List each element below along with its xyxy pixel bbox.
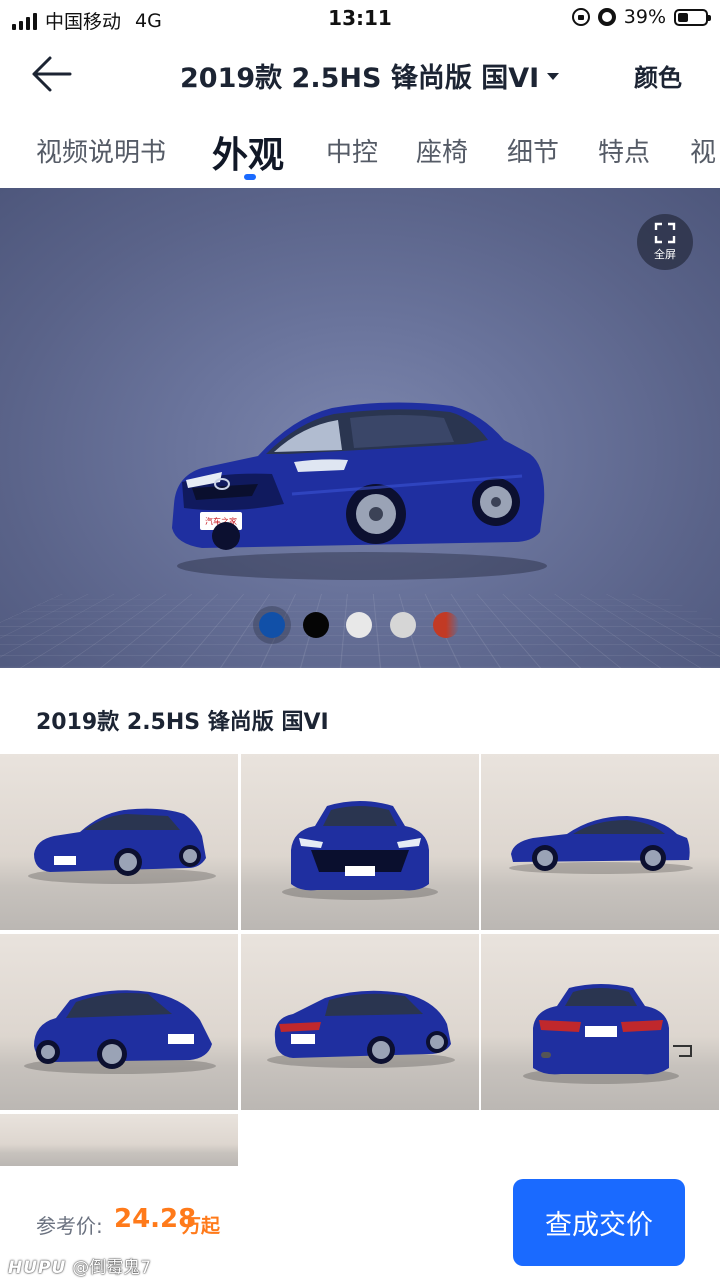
tab-video[interactable]: 视 (690, 132, 716, 169)
car-thumbnail (267, 990, 455, 1068)
thumbnail-front-left[interactable] (0, 754, 238, 930)
fullscreen-icon (654, 222, 676, 244)
model-title: 2019款 2.5HS 锋尚版 国VI (180, 63, 540, 94)
car-image: 汽车之家 (172, 402, 547, 580)
battery-percent: 39% (623, 6, 666, 28)
thumbnail-front[interactable] (241, 754, 479, 930)
battery-icon (674, 8, 711, 26)
active-tab-indicator (244, 174, 256, 180)
tab-exterior[interactable]: 外观 (212, 126, 284, 178)
thumbnail-rear-left[interactable] (241, 934, 479, 1110)
thumbnail-side[interactable] (481, 754, 719, 930)
tab-seats[interactable]: 座椅 (416, 132, 468, 169)
car-thumbnail (523, 984, 692, 1084)
color-swatch[interactable] (303, 612, 329, 638)
watermark-logo: HUPU (8, 1258, 67, 1278)
model-selector[interactable]: 2019款 2.5HS 锋尚版 国VI (180, 56, 560, 95)
car-thumbnail (509, 816, 693, 874)
watermark-user: @倒霉鬼7 (72, 1258, 152, 1278)
car-thumbnail (28, 808, 216, 884)
thumbnail-rear[interactable] (481, 934, 719, 1110)
color-swatches (0, 612, 720, 642)
color-button[interactable]: 颜色 (634, 58, 682, 93)
fullscreen-label: 全屏 (654, 248, 676, 261)
color-swatch[interactable] (390, 612, 416, 638)
watermark: HUPU @倒霉鬼7 (8, 1253, 151, 1278)
tab-console[interactable]: 中控 (326, 132, 378, 169)
thumbnail-partial[interactable] (0, 1114, 238, 1166)
fullscreen-button[interactable]: 全屏 (637, 214, 693, 270)
car-thumbnail (282, 801, 438, 900)
chevron-down-icon (547, 73, 560, 80)
tab-video-manual[interactable]: 视频说明书 (36, 132, 166, 169)
tab-details[interactable]: 细节 (507, 132, 559, 169)
price-label: 参考价: (36, 1214, 103, 1238)
color-swatch[interactable] (259, 612, 285, 638)
nav-header: 2019款 2.5HS 锋尚版 国VI 颜色 (0, 36, 720, 114)
color-swatch[interactable] (433, 612, 459, 638)
check-price-button[interactable]: 查成交价 (513, 1179, 685, 1266)
category-tabs: 视频说明书 外观 中控 座椅 细节 特点 视 (0, 118, 720, 186)
tab-features[interactable]: 特点 (598, 132, 650, 169)
back-arrow-icon (32, 56, 72, 92)
alarm-icon (597, 8, 616, 26)
color-swatch[interactable] (346, 612, 372, 638)
status-right: 39% (571, 6, 711, 28)
price-unit: 万起 (182, 1215, 221, 1237)
status-bar: 中国移动 4G 13:11 39% (0, 0, 720, 36)
rotation-lock-icon (571, 8, 590, 26)
hero-viewer[interactable]: 全屏 汽车之家 (0, 188, 720, 668)
thumbnail-front-left-low[interactable] (0, 934, 238, 1110)
gallery-title: 2019款 2.5HS 锋尚版 国VI (36, 710, 329, 735)
back-button[interactable] (30, 54, 74, 94)
car-thumbnail (24, 990, 216, 1074)
